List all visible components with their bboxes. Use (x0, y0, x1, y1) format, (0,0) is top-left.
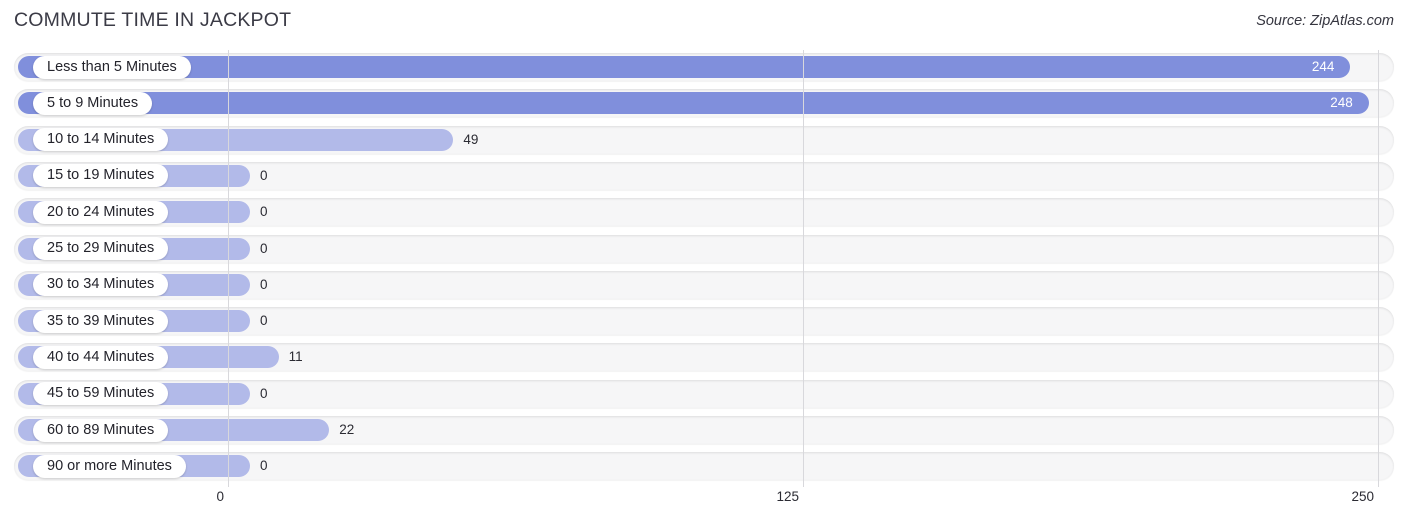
bar-row[interactable]: 25 to 29 Minutes 0 (0, 232, 1406, 268)
gridline-125 (803, 50, 804, 487)
chart-header: COMMUTE TIME IN JACKPOT Source: ZipAtlas… (0, 0, 1406, 46)
bar-row[interactable]: 10 to 14 Minutes 49 (0, 123, 1406, 159)
bar-category-label: 25 to 29 Minutes (33, 237, 169, 260)
bar-category-label: 45 to 59 Minutes (33, 382, 169, 406)
bar-row[interactable]: 45 to 59 Minutes 0 (0, 377, 1406, 413)
commute-time-bar-chart: COMMUTE TIME IN JACKPOT Source: ZipAtlas… (0, 0, 1406, 523)
gridline-0 (228, 50, 229, 487)
gridline-250 (1378, 50, 1379, 487)
bar-row[interactable]: 60 to 89 Minutes 22 (0, 413, 1406, 449)
bar-category-label: 60 to 89 Minutes (33, 418, 169, 442)
bar-value-label: 22 (339, 422, 355, 437)
bar-row[interactable]: 35 to 39 Minutes 0 (0, 304, 1406, 340)
bar-value-label: 0 (260, 276, 268, 292)
bar-category-label: 90 or more Minutes (33, 454, 186, 478)
x-axis-tick-250: 250 (1351, 489, 1374, 504)
bar-row[interactable]: 90 or more Minutes 0 (0, 449, 1406, 485)
bar-value-label: 248 (1330, 95, 1353, 111)
bar-value-label: 0 (260, 167, 268, 183)
bar-value-label: 0 (260, 458, 268, 474)
x-axis-tick-125: 125 (776, 489, 799, 504)
bar-value-label: 0 (260, 313, 268, 329)
bar-value-label: 0 (260, 240, 268, 256)
bar-category-label: 30 to 34 Minutes (33, 273, 169, 297)
bar-row[interactable]: 30 to 34 Minutes 0 (0, 268, 1406, 304)
bar-value-label: 0 (260, 385, 268, 401)
bar-value-label: 11 (288, 349, 303, 365)
bar-category-label: 10 to 14 Minutes (33, 128, 169, 152)
bar-category-label: 20 to 24 Minutes (33, 200, 169, 224)
bar-row[interactable]: 40 to 44 Minutes 11 (0, 340, 1406, 376)
bar-row[interactable]: 15 to 19 Minutes 0 (0, 159, 1406, 195)
page-title: COMMUTE TIME IN JACKPOT (14, 9, 292, 31)
bar-category-label: 40 to 44 Minutes (33, 345, 169, 369)
bar-value-label: 49 (463, 131, 479, 147)
bar-category-label: 15 to 19 Minutes (33, 164, 169, 188)
bar-row[interactable]: 20 to 24 Minutes 0 (0, 195, 1406, 231)
bar-category-label: 35 to 39 Minutes (33, 309, 169, 333)
x-axis-tick-0: 0 (216, 489, 224, 504)
bar-row[interactable]: 5 to 9 Minutes 248 (0, 86, 1406, 122)
bar-value-label: 244 (1311, 59, 1335, 74)
bar-value-label: 0 (260, 204, 268, 220)
bar-row[interactable]: Less than 5 Minutes 244 (0, 50, 1406, 86)
source-attribution: Source: ZipAtlas.com (1256, 13, 1394, 29)
plot-area: Less than 5 Minutes 244 5 to 9 Minutes 248 1… (0, 50, 1406, 487)
x-axis: 0 125 250 (0, 487, 1406, 523)
